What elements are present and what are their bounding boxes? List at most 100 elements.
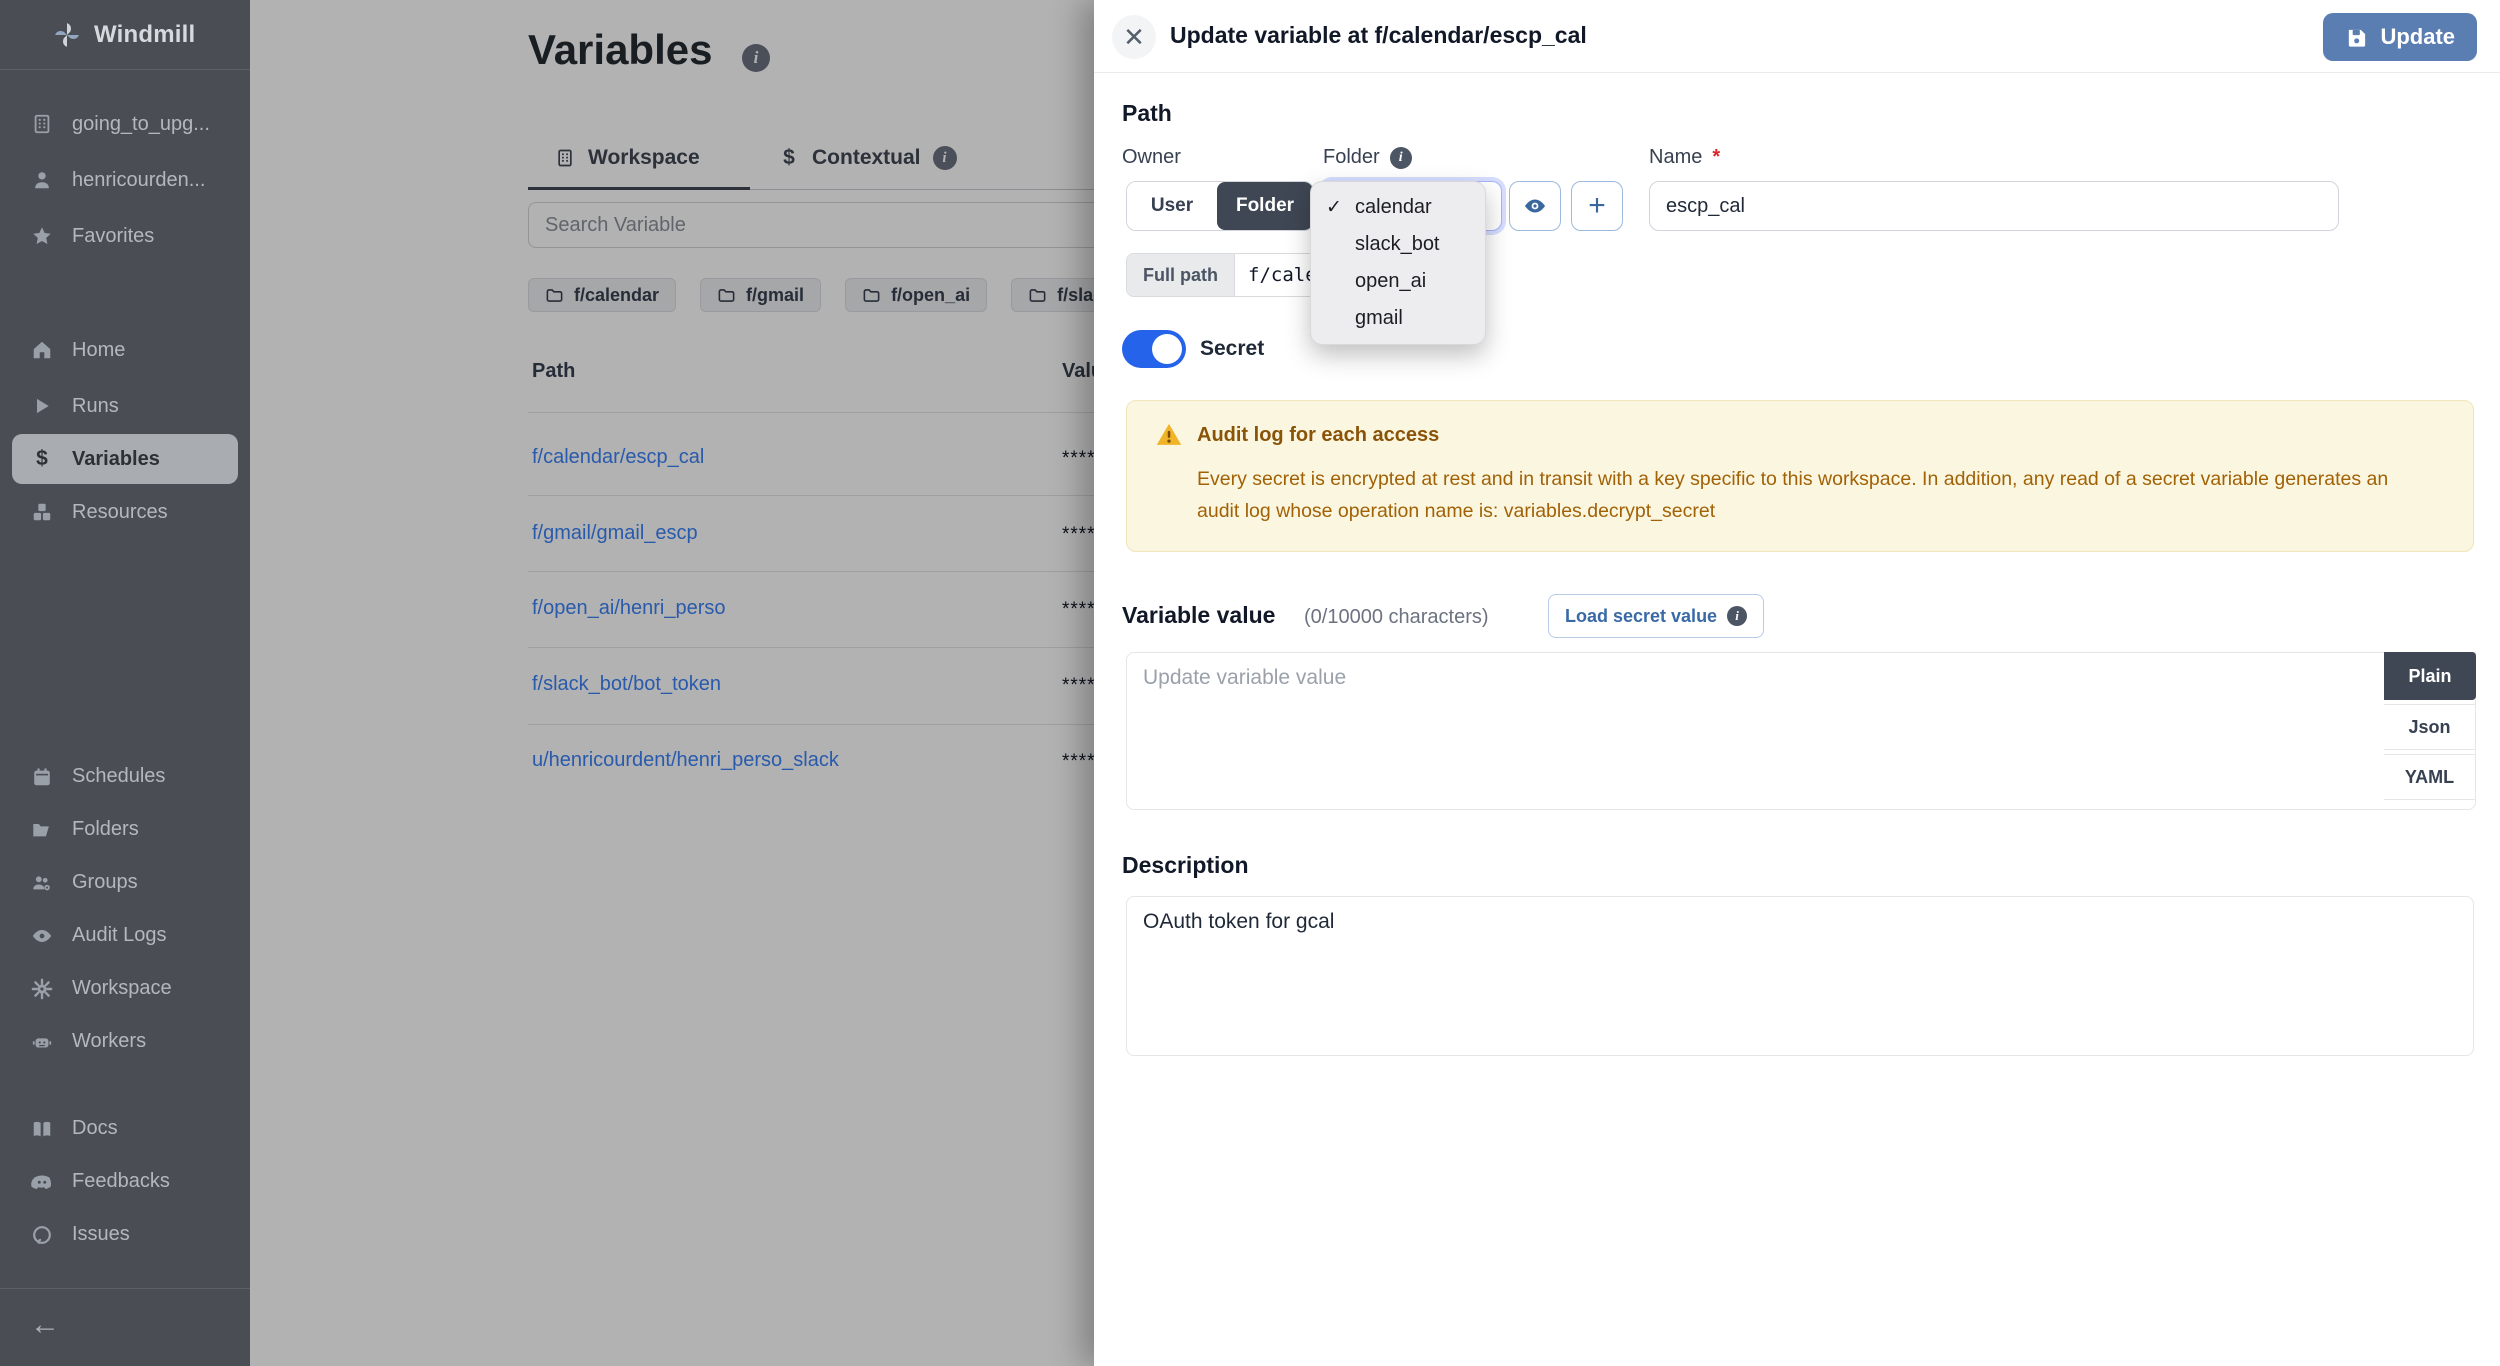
sidebar-admin-nav: Schedules Folders Groups Audit Logs <box>0 750 250 1068</box>
format-tab-json[interactable]: Json <box>2384 704 2476 750</box>
folder-icon <box>717 286 736 305</box>
secret-toggle[interactable] <box>1122 330 1186 368</box>
robot-icon <box>30 1030 54 1054</box>
tab-workspace[interactable]: Workspace <box>554 130 700 186</box>
chip-folder-open-ai[interactable]: f/open_ai <box>845 278 987 312</box>
user-icon <box>30 168 54 192</box>
close-button[interactable]: ✕ <box>1112 15 1156 59</box>
table-divider <box>528 495 1094 496</box>
sidebar: Windmill going_to_upg... henricourden...… <box>0 0 250 1366</box>
dropdown-option-slack-bot[interactable]: slack_bot <box>1311 226 1485 263</box>
feedbacks-label: Feedbacks <box>72 1170 170 1193</box>
sidebar-item-workspace-settings[interactable]: Workspace <box>0 962 250 1015</box>
dollar-icon: $ <box>778 147 800 169</box>
format-tab-plain[interactable]: Plain <box>2384 652 2476 700</box>
table-divider <box>528 571 1094 572</box>
dropdown-option-calendar[interactable]: ✓ calendar <box>1311 189 1485 226</box>
workspace-selector-label: going_to_upg... <box>72 113 210 136</box>
warning-triangle-icon <box>1155 421 1183 449</box>
user-label: henricourden... <box>72 169 205 192</box>
chip-folder-slack-bot[interactable]: f/slack_bot <box>1011 278 1094 312</box>
load-secret-label: Load secret value <box>1565 606 1717 627</box>
variable-row-link[interactable]: f/calendar/escp_cal <box>532 446 704 469</box>
sidebar-item-workers[interactable]: Workers <box>0 1015 250 1068</box>
github-icon <box>30 1223 54 1247</box>
sidebar-item-audit-logs[interactable]: Audit Logs <box>0 909 250 962</box>
plus-icon: + <box>1588 189 1606 223</box>
dropdown-option-label: slack_bot <box>1355 233 1440 256</box>
update-button[interactable]: Update <box>2323 13 2477 61</box>
view-folder-button[interactable] <box>1509 181 1561 231</box>
description-heading: Description <box>1122 852 1249 879</box>
path-section-heading: Path <box>1122 100 1172 127</box>
full-path-label: Full path <box>1127 254 1235 296</box>
table-divider <box>528 724 1094 725</box>
sidebar-item-schedules[interactable]: Schedules <box>0 750 250 803</box>
sidebar-item-docs[interactable]: Docs <box>0 1102 250 1155</box>
sidebar-header: Windmill <box>0 0 250 70</box>
collapse-sidebar-button[interactable]: ← <box>30 1310 60 1340</box>
cubes-icon <box>30 500 54 524</box>
chip-folder-calendar[interactable]: f/calendar <box>528 278 676 312</box>
sidebar-item-groups[interactable]: Groups <box>0 856 250 909</box>
sidebar-item-runs[interactable]: Runs <box>0 378 250 434</box>
description-textarea[interactable] <box>1126 896 2474 1056</box>
variable-row-link[interactable]: f/open_ai/henri_perso <box>532 597 725 620</box>
update-variable-drawer: ✕ Update variable at f/calendar/escp_cal… <box>1094 0 2500 1366</box>
sidebar-item-favorites[interactable]: Favorites <box>0 208 250 264</box>
dropdown-option-gmail[interactable]: gmail <box>1311 300 1485 337</box>
info-icon[interactable]: i <box>742 44 770 72</box>
sidebar-item-resources[interactable]: Resources <box>0 484 250 540</box>
dropdown-option-label: calendar <box>1355 196 1432 219</box>
variable-row-value: ***** <box>1062 751 1094 773</box>
column-header-path: Path <box>532 360 575 383</box>
app-title: Windmill <box>94 21 195 49</box>
character-counter: (0/10000 characters) <box>1304 606 1489 629</box>
variable-name-input[interactable] <box>1649 181 2339 231</box>
audit-logs-label: Audit Logs <box>72 924 167 947</box>
chip-folder-gmail[interactable]: f/gmail <box>700 278 821 312</box>
name-label-text: Name <box>1649 146 1702 169</box>
dropdown-option-open-ai[interactable]: open_ai <box>1311 263 1485 300</box>
load-secret-value-button[interactable]: Load secret value i <box>1548 594 1764 638</box>
folder-icon <box>862 286 881 305</box>
sidebar-item-folders[interactable]: Folders <box>0 803 250 856</box>
sidebar-footer-divider <box>0 1288 250 1289</box>
runs-label: Runs <box>72 395 119 418</box>
format-tab-yaml[interactable]: YAML <box>2384 754 2476 800</box>
sidebar-item-home[interactable]: Home <box>0 322 250 378</box>
sidebar-item-issues[interactable]: Issues <box>0 1208 250 1261</box>
folders-label: Folders <box>72 818 139 841</box>
sidebar-item-user[interactable]: henricourden... <box>0 152 250 208</box>
owner-folder-option[interactable]: Folder <box>1217 182 1313 230</box>
groups-label: Groups <box>72 871 138 894</box>
sidebar-main-nav: Home Runs $ Variables Resources <box>0 322 250 540</box>
variable-row-link[interactable]: u/henricourdent/henri_perso_slack <box>532 749 839 772</box>
tab-workspace-label: Workspace <box>588 146 700 170</box>
variable-value-textarea[interactable] <box>1126 652 2476 810</box>
sidebar-item-variables-active[interactable]: $ Variables <box>12 434 238 484</box>
sidebar-item-feedbacks[interactable]: Feedbacks <box>0 1155 250 1208</box>
warning-body: Every secret is encrypted at rest and in… <box>1197 463 2415 527</box>
variable-row-link[interactable]: f/slack_bot/bot_token <box>532 673 721 696</box>
gear-icon <box>30 977 54 1001</box>
variable-row-link[interactable]: f/gmail/gmail_escp <box>532 522 698 545</box>
tab-contextual[interactable]: $ Contextual i <box>778 130 957 186</box>
info-icon[interactable]: i <box>933 146 957 170</box>
search-variable-input[interactable] <box>528 202 1094 248</box>
home-label: Home <box>72 339 125 362</box>
arrow-left-icon: ← <box>30 1308 60 1341</box>
folder-icon <box>1028 286 1047 305</box>
sidebar-item-workspace-selector[interactable]: going_to_upg... <box>0 96 250 152</box>
windmill-logo-icon <box>52 20 82 50</box>
calendar-icon <box>30 765 54 789</box>
eye-icon <box>30 924 54 948</box>
dropdown-option-label: gmail <box>1355 307 1403 330</box>
close-icon: ✕ <box>1123 24 1145 50</box>
folder-dropdown-menu: ✓ calendar slack_bot open_ai gmail <box>1310 181 1486 345</box>
variable-value-heading: Variable value <box>1122 602 1275 629</box>
warning-title: Audit log for each access <box>1197 424 1439 447</box>
owner-user-option[interactable]: User <box>1127 182 1217 230</box>
info-icon[interactable]: i <box>1390 147 1412 169</box>
add-folder-button[interactable]: + <box>1571 181 1623 231</box>
